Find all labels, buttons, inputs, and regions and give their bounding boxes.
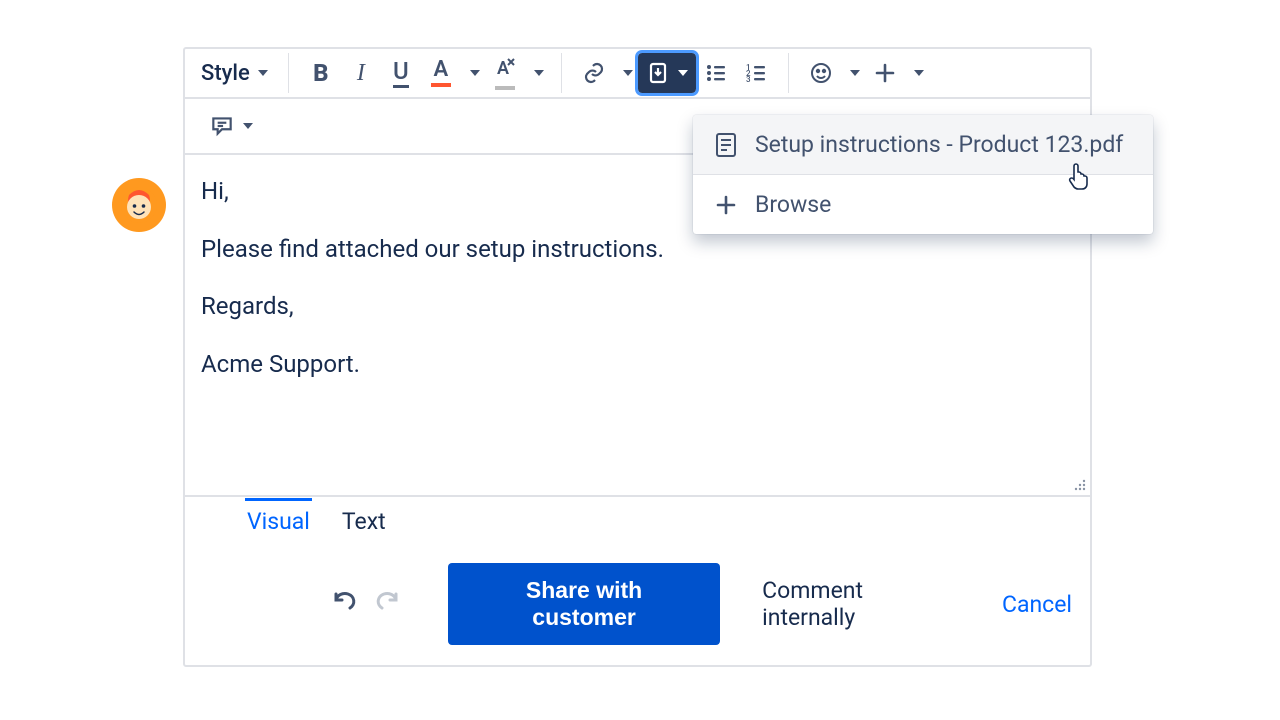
attachment-file-item[interactable]: Setup instructions - Product 123.pdf: [693, 115, 1153, 174]
canned-response-button[interactable]: [201, 106, 261, 146]
clear-formatting-button[interactable]: A: [485, 53, 525, 93]
browse-label: Browse: [755, 191, 831, 218]
insert-dropdown[interactable]: [905, 53, 929, 93]
avatar: [112, 178, 166, 232]
comment-internally-button[interactable]: Comment internally: [762, 577, 960, 631]
action-bar: Share with customer Comment internally C…: [185, 547, 1090, 665]
share-button[interactable]: Share with customer: [448, 563, 720, 645]
italic-button[interactable]: I: [341, 53, 381, 93]
tab-text[interactable]: Text: [340, 498, 388, 547]
text-color-button[interactable]: A: [421, 53, 461, 93]
numbered-list-button[interactable]: 123: [736, 53, 776, 93]
body-line: Please find attached our setup instructi…: [201, 233, 1074, 267]
separator: [788, 53, 789, 93]
cancel-button[interactable]: Cancel: [1002, 591, 1072, 618]
chevron-down-icon: [258, 70, 268, 76]
chevron-down-icon: [623, 70, 633, 76]
chevron-down-icon: [914, 70, 924, 76]
link-button[interactable]: [574, 53, 614, 93]
undo-button[interactable]: [330, 588, 360, 621]
underline-button[interactable]: U: [381, 53, 421, 93]
link-dropdown[interactable]: [614, 53, 638, 93]
browse-item[interactable]: Browse: [693, 174, 1153, 234]
editor-mode-tabs: Visual Text: [185, 495, 1090, 547]
plus-icon: [713, 195, 739, 215]
tab-visual[interactable]: Visual: [245, 498, 312, 547]
chevron-down-icon: [243, 123, 253, 129]
chevron-down-icon: [850, 70, 860, 76]
toolbar: Style B I U A A: [185, 49, 1090, 99]
svg-text:A: A: [497, 58, 509, 79]
body-line: Acme Support.: [201, 348, 1074, 382]
redo-button[interactable]: [372, 588, 402, 621]
chevron-down-icon: [534, 70, 544, 76]
text-color-dropdown[interactable]: [461, 53, 485, 93]
bullet-list-button[interactable]: [696, 53, 736, 93]
chevron-down-icon: [678, 70, 688, 76]
separator: [288, 53, 289, 93]
bold-button[interactable]: B: [301, 53, 341, 93]
separator: [561, 53, 562, 93]
document-icon: [713, 132, 739, 158]
emoji-dropdown[interactable]: [841, 53, 865, 93]
body-line: Regards,: [201, 290, 1074, 324]
attachment-file-name: Setup instructions - Product 123.pdf: [755, 131, 1123, 158]
emoji-button[interactable]: [801, 53, 841, 93]
chevron-down-icon: [470, 70, 480, 76]
insert-button[interactable]: [865, 53, 905, 93]
attachment-button[interactable]: [638, 53, 696, 93]
clear-formatting-dropdown[interactable]: [525, 53, 549, 93]
style-label: Style: [201, 61, 250, 86]
svg-text:3: 3: [746, 75, 751, 84]
resize-handle-icon[interactable]: [1070, 475, 1086, 491]
attachment-dropdown: Setup instructions - Product 123.pdf Bro…: [693, 115, 1153, 234]
style-dropdown[interactable]: Style: [193, 53, 276, 93]
